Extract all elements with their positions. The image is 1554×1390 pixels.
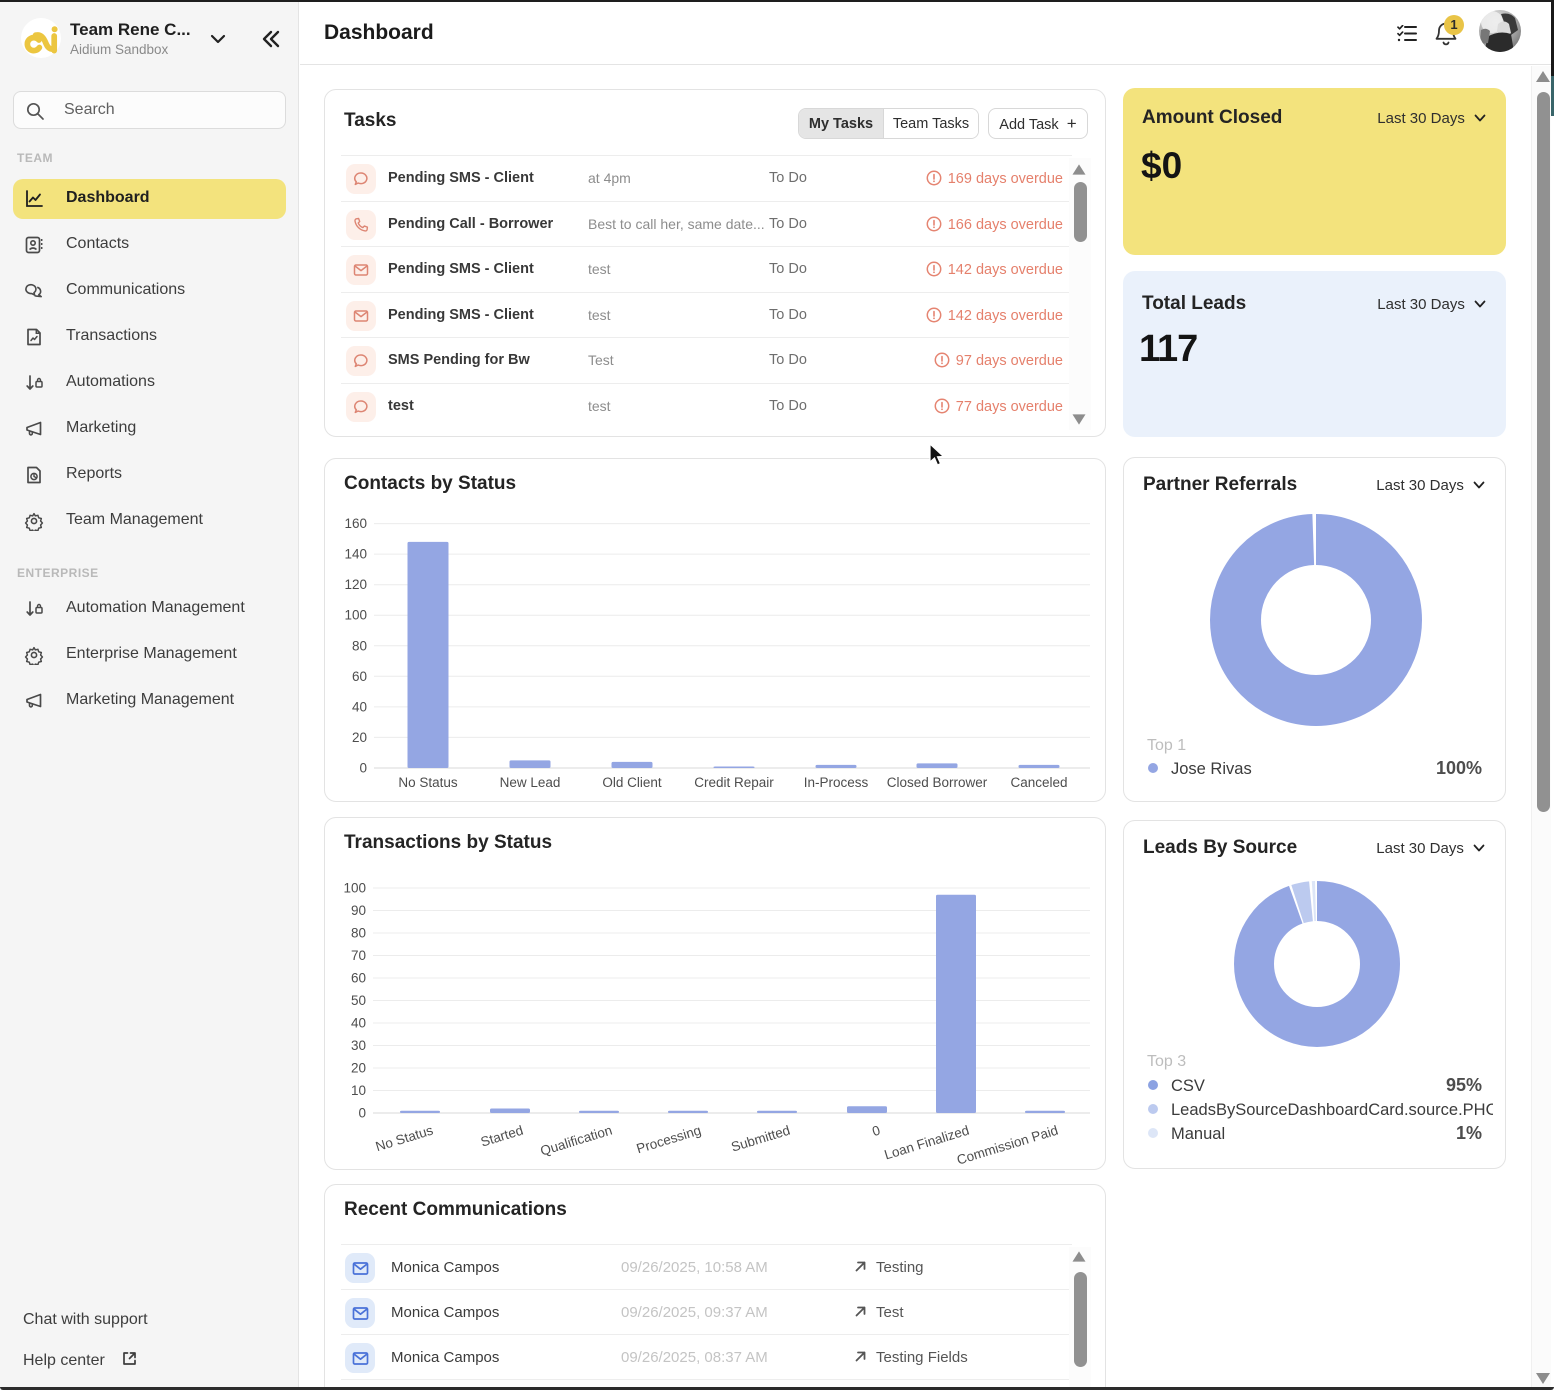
svg-text:40: 40 xyxy=(351,1016,366,1031)
svg-text:50: 50 xyxy=(351,993,366,1008)
svg-text:0: 0 xyxy=(359,761,367,776)
svg-text:20: 20 xyxy=(352,730,367,745)
svg-text:Commission Paid: Commission Paid xyxy=(955,1123,1060,1168)
svg-text:Old Client: Old Client xyxy=(602,775,662,790)
svg-text:60: 60 xyxy=(351,971,366,986)
svg-text:Closed Borrower: Closed Borrower xyxy=(887,775,988,790)
svg-text:100: 100 xyxy=(343,881,366,896)
svg-text:120: 120 xyxy=(344,577,367,592)
svg-text:10: 10 xyxy=(351,1083,366,1098)
svg-text:140: 140 xyxy=(344,547,367,562)
svg-text:Processing: Processing xyxy=(635,1123,703,1157)
svg-text:80: 80 xyxy=(352,638,367,653)
svg-text:100: 100 xyxy=(344,608,367,623)
svg-text:In-Process: In-Process xyxy=(804,775,869,790)
svg-text:30: 30 xyxy=(351,1038,366,1053)
svg-text:No Status: No Status xyxy=(374,1122,435,1154)
svg-text:No Status: No Status xyxy=(398,775,458,790)
svg-text:Started: Started xyxy=(479,1123,525,1150)
svg-text:70: 70 xyxy=(351,948,366,963)
svg-text:0: 0 xyxy=(358,1106,366,1121)
svg-text:60: 60 xyxy=(352,669,367,684)
svg-text:40: 40 xyxy=(352,699,367,714)
svg-text:Canceled: Canceled xyxy=(1010,775,1067,790)
svg-text:Qualification: Qualification xyxy=(538,1123,613,1159)
svg-text:160: 160 xyxy=(344,516,367,531)
svg-text:Credit Repair: Credit Repair xyxy=(694,775,774,790)
svg-text:80: 80 xyxy=(351,926,366,941)
svg-text:New Lead: New Lead xyxy=(500,775,561,790)
svg-text:0: 0 xyxy=(870,1123,882,1140)
svg-text:90: 90 xyxy=(351,903,366,918)
svg-text:Submitted: Submitted xyxy=(729,1123,792,1155)
svg-text:20: 20 xyxy=(351,1061,366,1076)
